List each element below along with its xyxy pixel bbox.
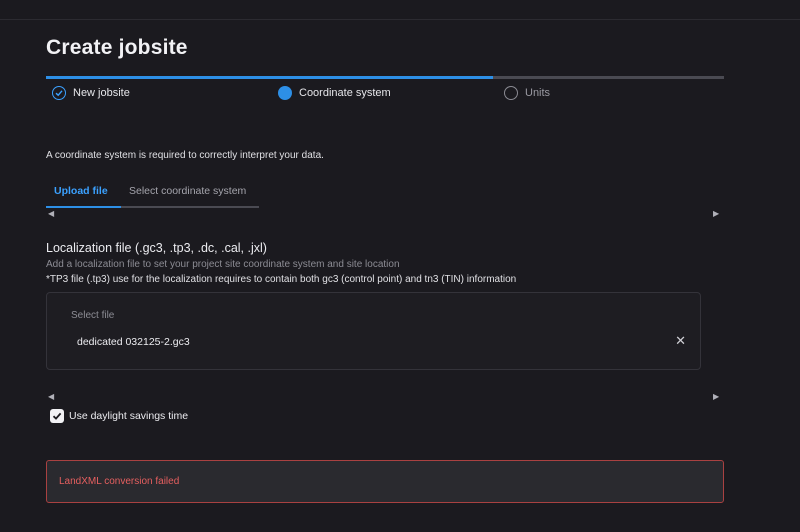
scroll-left-icon[interactable]: ◀ (48, 392, 54, 401)
step-new-jobsite: New jobsite (52, 84, 130, 102)
localization-title: Localization file (.gc3, .tp3, .dc, .cal… (46, 241, 267, 255)
top-bar (0, 0, 800, 20)
tab-select-coordinate-system[interactable]: Select coordinate system (121, 178, 254, 208)
stepper-progress-fill (46, 76, 494, 79)
select-file-button[interactable]: Select file (71, 310, 114, 321)
step-coordinate-system: Coordinate system (278, 84, 391, 102)
scroll-right-icon[interactable]: ▶ (713, 392, 719, 401)
close-icon[interactable]: ✕ (675, 333, 686, 349)
stepper-progress-track (46, 76, 724, 79)
error-message: LandXML conversion failed (59, 476, 180, 487)
coordinate-tabs: Upload file Select coordinate system (46, 178, 259, 208)
localization-note: *TP3 file (.tp3) use for the localizatio… (46, 274, 517, 285)
step-label: Units (525, 87, 551, 99)
daylight-savings-option: Use daylight savings time (50, 409, 188, 423)
checkmark-icon (52, 412, 62, 420)
step-label: Coordinate system (299, 87, 391, 99)
file-upload-area[interactable]: Select file dedicated 032125-2.gc3 ✕ (46, 292, 701, 370)
localization-subtitle: Add a localization file to set your proj… (46, 259, 400, 270)
step-units: Units (504, 84, 550, 102)
check-circle-icon (52, 86, 66, 100)
step-label: New jobsite (73, 87, 130, 99)
pending-step-icon (504, 86, 518, 100)
scroll-right-icon[interactable]: ▶ (713, 209, 719, 218)
error-alert: LandXML conversion failed (46, 460, 724, 503)
uploaded-file-name: dedicated 032125-2.gc3 (77, 336, 190, 348)
daylight-savings-label: Use daylight savings time (69, 410, 189, 422)
daylight-savings-checkbox[interactable] (50, 409, 64, 423)
page-title: Create jobsite (46, 36, 188, 59)
scroll-left-icon[interactable]: ◀ (48, 209, 54, 218)
intro-text: A coordinate system is required to corre… (46, 150, 324, 161)
current-step-icon (278, 86, 292, 100)
tab-upload-file[interactable]: Upload file (46, 178, 121, 208)
